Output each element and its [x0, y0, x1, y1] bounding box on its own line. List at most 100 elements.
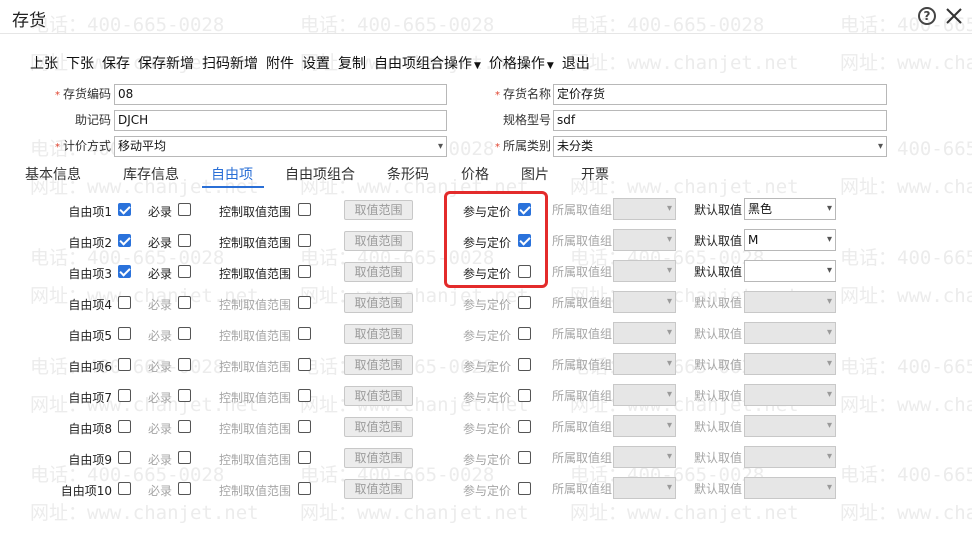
toolbar-copy-button[interactable]: 复制 [334, 52, 370, 76]
tab-images[interactable]: 图片 [521, 164, 549, 184]
control-range-checkbox[interactable] [298, 389, 311, 402]
range-button[interactable]: 取值范围 [344, 200, 413, 220]
pricing-checkbox[interactable] [518, 389, 531, 402]
free-item-enable-checkbox[interactable] [118, 296, 131, 309]
pricing-checkbox[interactable] [518, 482, 531, 495]
required-checkbox[interactable] [178, 451, 191, 464]
code-label: * 存货编码 [54, 87, 111, 101]
group-select[interactable]: ▾ [613, 291, 676, 313]
required-checkbox[interactable] [178, 327, 191, 340]
control-range-checkbox[interactable] [298, 265, 311, 278]
range-button[interactable]: 取值范围 [344, 417, 413, 437]
required-mark: * [54, 90, 60, 101]
default-value-select[interactable]: ▾ [744, 291, 836, 313]
free-item-enable-checkbox[interactable] [118, 451, 131, 464]
control-range-checkbox[interactable] [298, 420, 311, 433]
free-item-enable-checkbox[interactable] [118, 482, 131, 495]
group-select[interactable]: ▾ [613, 446, 676, 468]
group-select[interactable]: ▾ [613, 322, 676, 344]
default-value-select[interactable]: 黑色 ▾ [744, 198, 836, 220]
pricing-checkbox[interactable] [518, 358, 531, 371]
tab-basic-info[interactable]: 基本信息 [25, 164, 81, 184]
toolbar-scan-new-button[interactable]: 扫码新增 [198, 52, 262, 76]
spec-input[interactable]: sdf [553, 110, 887, 131]
toolbar-next-button[interactable]: 下张 [62, 52, 98, 76]
tab-inventory-info[interactable]: 库存信息 [123, 164, 179, 184]
default-value-select[interactable]: M ▾ [744, 229, 836, 251]
group-select[interactable]: ▾ [613, 477, 676, 499]
control-range-checkbox[interactable] [298, 451, 311, 464]
range-button[interactable]: 取值范围 [344, 324, 413, 344]
control-range-checkbox[interactable] [298, 296, 311, 309]
default-value-select[interactable]: ▾ [744, 260, 836, 282]
default-value-select[interactable]: ▾ [744, 446, 836, 468]
free-item-enable-checkbox[interactable] [118, 420, 131, 433]
tab-barcode[interactable]: 条形码 [387, 164, 429, 184]
tab-invoice[interactable]: 开票 [581, 164, 609, 184]
group-select[interactable]: ▾ [613, 384, 676, 406]
default-value-select[interactable]: ▾ [744, 477, 836, 499]
control-range-checkbox[interactable] [298, 203, 311, 216]
required-checkbox[interactable] [178, 203, 191, 216]
mnemonic-input[interactable]: DJCH [114, 110, 447, 131]
range-button[interactable]: 取值范围 [344, 231, 413, 251]
default-value-select[interactable]: ▾ [744, 415, 836, 437]
code-input[interactable]: 08 [114, 84, 447, 105]
control-range-label: 控制取值范围 [219, 205, 292, 219]
control-range-checkbox[interactable] [298, 482, 311, 495]
range-button[interactable]: 取值范围 [344, 479, 413, 499]
name-input[interactable]: 定价存货 [553, 84, 887, 105]
range-button[interactable]: 取值范围 [344, 448, 413, 468]
group-select[interactable]: ▾ [613, 260, 676, 282]
free-item-enable-checkbox[interactable] [118, 389, 131, 402]
tab-free-item-combo[interactable]: 自由项组合 [285, 164, 355, 184]
control-range-checkbox[interactable] [298, 234, 311, 247]
question-circle-icon[interactable]: ? [918, 7, 936, 25]
group-select[interactable]: ▾ [613, 415, 676, 437]
toolbar-free-combo-menu[interactable]: 自由项组合操作 ▼ [370, 52, 485, 76]
pricing-checkbox[interactable] [518, 234, 531, 247]
required-checkbox[interactable] [178, 358, 191, 371]
range-button[interactable]: 取值范围 [344, 262, 413, 282]
free-item-enable-checkbox[interactable] [118, 234, 131, 247]
control-range-checkbox[interactable] [298, 358, 311, 371]
free-item-enable-checkbox[interactable] [118, 358, 131, 371]
pricing-checkbox[interactable] [518, 203, 531, 216]
pricing-checkbox[interactable] [518, 265, 531, 278]
free-item-enable-checkbox[interactable] [118, 203, 131, 216]
required-checkbox[interactable] [178, 296, 191, 309]
range-button[interactable]: 取值范围 [344, 386, 413, 406]
free-item-enable-checkbox[interactable] [118, 265, 131, 278]
group-select[interactable]: ▾ [613, 198, 676, 220]
required-checkbox[interactable] [178, 482, 191, 495]
toolbar-save-new-button[interactable]: 保存新增 [134, 52, 198, 76]
tab-free-items[interactable]: 自由项 [211, 164, 253, 184]
pricing-checkbox[interactable] [518, 327, 531, 340]
required-checkbox[interactable] [178, 420, 191, 433]
close-icon[interactable] [944, 6, 964, 26]
required-checkbox[interactable] [178, 389, 191, 402]
pricing-checkbox[interactable] [518, 296, 531, 309]
control-range-checkbox[interactable] [298, 327, 311, 340]
toolbar-save-button[interactable]: 保存 [98, 52, 134, 76]
required-checkbox[interactable] [178, 234, 191, 247]
default-value-select[interactable]: ▾ [744, 322, 836, 344]
range-button[interactable]: 取值范围 [344, 293, 413, 313]
free-item-enable-checkbox[interactable] [118, 327, 131, 340]
toolbar-attachment-button[interactable]: 附件 [262, 52, 298, 76]
default-value-select[interactable]: ▾ [744, 384, 836, 406]
group-select[interactable]: ▾ [613, 353, 676, 375]
category-select[interactable]: 未分类 ▾ [553, 136, 887, 157]
default-value-select[interactable]: ▾ [744, 353, 836, 375]
toolbar-prev-button[interactable]: 上张 [0, 52, 62, 76]
range-button[interactable]: 取值范围 [344, 355, 413, 375]
toolbar-exit-button[interactable]: 退出 [558, 52, 594, 76]
toolbar-price-menu[interactable]: 价格操作 ▼ [485, 52, 558, 76]
group-select[interactable]: ▾ [613, 229, 676, 251]
toolbar-settings-button[interactable]: 设置 [298, 52, 334, 76]
pricing-checkbox[interactable] [518, 451, 531, 464]
required-checkbox[interactable] [178, 265, 191, 278]
pricing-method-select[interactable]: 移动平均 ▾ [114, 136, 447, 157]
tab-price[interactable]: 价格 [461, 164, 489, 184]
pricing-checkbox[interactable] [518, 420, 531, 433]
